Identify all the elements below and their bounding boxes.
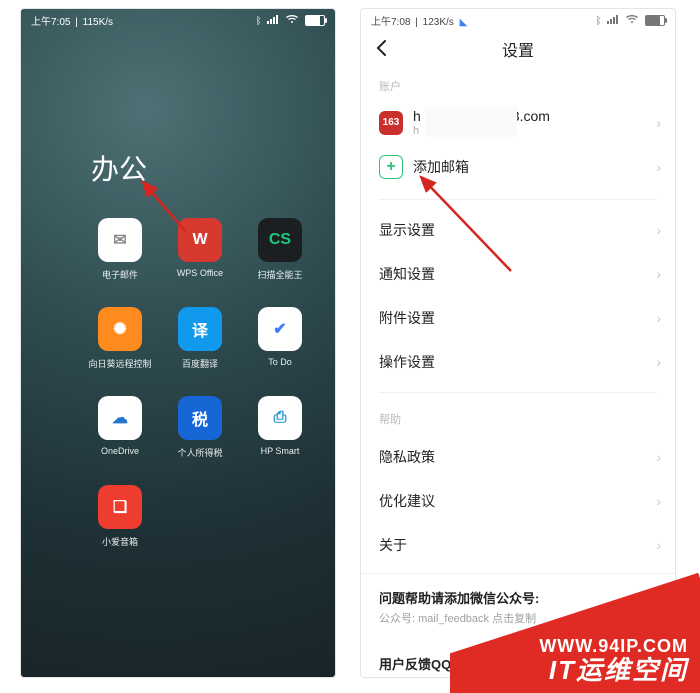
- chevron-right-icon: ›: [656, 537, 661, 553]
- home-screen: 上午7:05 | 115K/s ᛒ 办公 ✉ 电子邮件 W WPS Office CS 扫…: [20, 8, 336, 678]
- divider: [379, 392, 657, 393]
- settings-row-显示设置[interactable]: 显示设置 ›: [361, 208, 675, 252]
- app-百度翻译[interactable]: 译百度翻译: [171, 307, 229, 370]
- account-email-start: h: [413, 108, 421, 124]
- app-label: OneDrive: [101, 446, 139, 456]
- chevron-right-icon: ›: [656, 449, 661, 465]
- app-icon: ✉: [98, 218, 142, 262]
- app-小爱音箱[interactable]: ❏ 小爱音箱: [91, 485, 149, 548]
- location-icon: ◣: [460, 17, 468, 28]
- app-icon: CS: [258, 218, 302, 262]
- row-label: 附件设置: [379, 308, 435, 328]
- settings-row-隐私政策[interactable]: 隐私政策 ›: [361, 435, 675, 479]
- settings-row-通知设置[interactable]: 通知设置 ›: [361, 252, 675, 296]
- chevron-right-icon: ›: [656, 493, 661, 509]
- app-label: 扫描全能王: [257, 268, 302, 281]
- settings-row-优化建议[interactable]: 优化建议 ›: [361, 479, 675, 523]
- bluetooth-icon: ᛒ: [256, 16, 262, 27]
- folder-title: 办公: [21, 30, 335, 218]
- app-icon: ☁: [98, 396, 142, 440]
- status-bar: 上午7:05 | 115K/s ᛒ: [21, 9, 335, 30]
- wifi-icon: [625, 16, 642, 27]
- app-grid: ✉ 电子邮件 W WPS Office CS 扫描全能王 ✺ 向日葵远程控制 译百度翻译 ✔ To …: [21, 218, 335, 548]
- app-label: HP Smart: [261, 446, 300, 456]
- wifi-icon: [285, 16, 302, 27]
- account-email-end: 3.com: [512, 108, 550, 124]
- title-bar: 设置: [361, 30, 675, 68]
- app-label: To Do: [268, 357, 292, 367]
- divider: [379, 199, 657, 200]
- app-icon: ❏: [98, 485, 142, 529]
- app-label: 电子邮件: [102, 268, 138, 281]
- app-icon: ✺: [98, 307, 142, 351]
- chevron-right-icon: ›: [656, 266, 661, 282]
- settings-row-关于[interactable]: 关于 ›: [361, 523, 675, 567]
- settings-row-附件设置[interactable]: 附件设置 ›: [361, 296, 675, 340]
- chevron-right-icon: ›: [656, 115, 661, 131]
- app-label: 向日葵远程控制: [89, 357, 152, 370]
- signal-icon: [267, 14, 279, 27]
- watermark: WWW.94IP.COM IT运维空间: [450, 573, 700, 693]
- status-bar: 上午7:08 | 123K/s ◣ ᛒ: [361, 9, 675, 30]
- add-mailbox-label: 添加邮箱: [413, 157, 469, 177]
- app-icon: 税: [178, 396, 222, 440]
- row-label: 通知设置: [379, 264, 435, 284]
- row-label: 关于: [379, 535, 407, 555]
- section-help: 帮助: [361, 401, 675, 435]
- bluetooth-icon: ᛒ: [596, 16, 602, 27]
- chevron-right-icon: ›: [656, 222, 661, 238]
- app-icon: 译: [178, 307, 222, 351]
- mail-account-row[interactable]: 163 hxxxxxxxxxxxxx3.com hplaceholder… ›: [361, 102, 675, 143]
- section-account: 账户: [361, 68, 675, 102]
- row-label: 优化建议: [379, 491, 435, 511]
- chevron-right-icon: ›: [656, 159, 661, 175]
- account-sub-start: h: [413, 125, 419, 137]
- app-个人所得税[interactable]: 税个人所得税: [171, 396, 229, 459]
- signal-icon: [607, 14, 619, 27]
- settings-row-操作设置[interactable]: 操作设置 ›: [361, 340, 675, 384]
- plus-icon: +: [379, 155, 403, 179]
- app-向日葵远程控制[interactable]: ✺ 向日葵远程控制: [91, 307, 149, 370]
- chevron-right-icon: ›: [656, 310, 661, 326]
- app-icon: ⎙: [258, 396, 302, 440]
- status-net: 115K/s: [83, 17, 113, 28]
- watermark-line2: IT运维空间: [549, 650, 688, 687]
- row-label: 隐私政策: [379, 447, 435, 467]
- app-扫描全能王[interactable]: CS 扫描全能王: [251, 218, 309, 281]
- app-WPS Office[interactable]: W WPS Office: [171, 218, 229, 281]
- app-label: 小爱音箱: [102, 535, 138, 548]
- status-time: 上午7:05: [31, 17, 70, 28]
- page-title: 设置: [502, 37, 534, 61]
- app-label: WPS Office: [177, 268, 223, 278]
- app-label: 个人所得税: [177, 446, 222, 459]
- app-icon: W: [178, 218, 222, 262]
- app-label: 百度翻译: [182, 357, 218, 370]
- add-mailbox-row[interactable]: + 添加邮箱 ›: [361, 143, 675, 191]
- app-HP Smart[interactable]: ⎙ HP Smart: [251, 396, 309, 459]
- app-To Do[interactable]: ✔ To Do: [251, 307, 309, 370]
- status-time: 上午7:08: [371, 17, 410, 28]
- battery-icon: [645, 15, 665, 26]
- battery-icon: [305, 15, 325, 26]
- status-net: 123K/s: [423, 17, 454, 28]
- app-电子邮件[interactable]: ✉ 电子邮件: [91, 218, 149, 281]
- back-button[interactable]: [373, 39, 391, 62]
- row-label: 显示设置: [379, 220, 435, 240]
- mail-163-icon: 163: [379, 111, 403, 135]
- status-icons: ᛒ: [253, 14, 325, 28]
- app-icon: ✔: [258, 307, 302, 351]
- status-icons: ᛒ: [593, 14, 665, 28]
- row-label: 操作设置: [379, 352, 435, 372]
- app-OneDrive[interactable]: ☁ OneDrive: [91, 396, 149, 459]
- chevron-right-icon: ›: [656, 354, 661, 370]
